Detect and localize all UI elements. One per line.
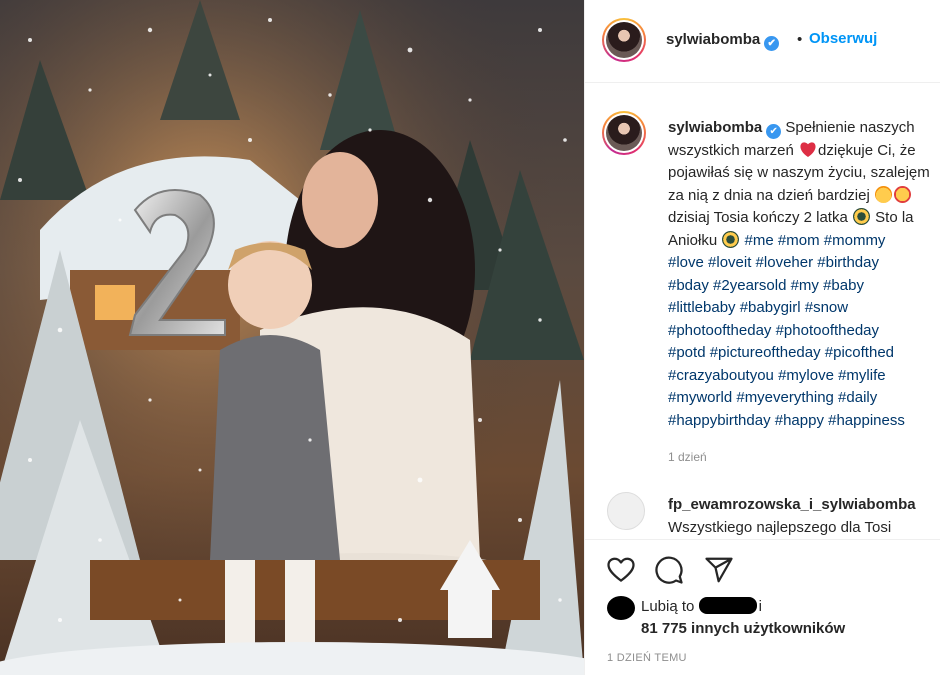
hashtag-line[interactable]: #myworld #myeverything #daily xyxy=(668,387,940,410)
commenter-username[interactable]: fp_ewamrozowska_i_sylwiabomba xyxy=(668,496,916,513)
post-date[interactable]: 1 DZIEŃ TEMU xyxy=(607,652,687,664)
redacted-username xyxy=(698,597,757,614)
caption-text: sylwiabomba ✔ Spełnienie naszych wszystki… xyxy=(668,117,940,432)
caption-author-avatar[interactable] xyxy=(602,111,646,155)
celebration-emoji-icon xyxy=(722,230,740,248)
celebration-emoji-icon xyxy=(852,208,870,225)
liked-by-text: Lubią to i xyxy=(641,597,762,615)
comment-icon[interactable] xyxy=(654,555,684,585)
liker-avatar[interactable] xyxy=(607,596,635,620)
photo-illustration xyxy=(0,0,584,675)
hashtag-line[interactable]: #crazyaboutyou #mylove #mylife xyxy=(668,365,940,388)
author-username[interactable]: sylwiabomba ✔ xyxy=(666,31,780,51)
post-side-panel: sylwiabomba ✔ • Obserwuj sylwiabomba ✔ Spe… xyxy=(584,0,940,675)
author-avatar[interactable] xyxy=(602,18,646,62)
hashtag-line[interactable]: #potd #pictureoftheday #picofthed xyxy=(668,342,940,365)
hashtag-line[interactable]: #love #loveit #loveher #birthday xyxy=(668,252,940,275)
face-emoji-icon xyxy=(893,185,911,203)
comment-text: Wszystkiego najlepszego dla Tosi xyxy=(668,519,892,536)
hashtag-line[interactable]: #littlebaby #babygirl #snow xyxy=(668,297,940,320)
post-actions xyxy=(585,539,940,589)
heart-icon[interactable] xyxy=(606,555,636,585)
likes-count-link[interactable]: 81 775 innych użytkowników xyxy=(641,620,845,637)
caption-username[interactable]: sylwiabomba xyxy=(668,119,762,136)
smiling-hearts-emoji-icon xyxy=(874,185,892,203)
caption-section: sylwiabomba ✔ Spełnienie naszych wszystki… xyxy=(585,84,940,539)
follow-button[interactable]: Obserwuj xyxy=(809,30,877,47)
caption-timestamp[interactable]: 1 dzień xyxy=(668,450,707,464)
commenter-avatar[interactable] xyxy=(607,492,645,530)
post-header: sylwiabomba ✔ • Obserwuj xyxy=(585,0,940,83)
hashtag-line[interactable]: #bday #2yearsold #my #baby xyxy=(668,275,940,298)
hashtag-line[interactable]: #photooftheday #photooftheday xyxy=(668,320,940,343)
likes-section: Lubią to i 81 775 innych użytkowników xyxy=(585,592,940,642)
share-icon[interactable] xyxy=(704,555,734,585)
hashtag-link[interactable]: #mommy xyxy=(824,232,886,249)
hashtag-line[interactable]: #happybirthday #happy #happiness xyxy=(668,410,940,433)
separator-dot: • xyxy=(797,31,803,48)
red-heart-icon xyxy=(800,141,816,157)
verified-icon: ✔ xyxy=(764,36,780,51)
hashtag-link[interactable]: #mom xyxy=(778,232,820,249)
hashtag-link[interactable]: #me xyxy=(745,232,774,249)
verified-icon: ✔ xyxy=(766,124,782,139)
post-photo[interactable] xyxy=(0,0,584,675)
